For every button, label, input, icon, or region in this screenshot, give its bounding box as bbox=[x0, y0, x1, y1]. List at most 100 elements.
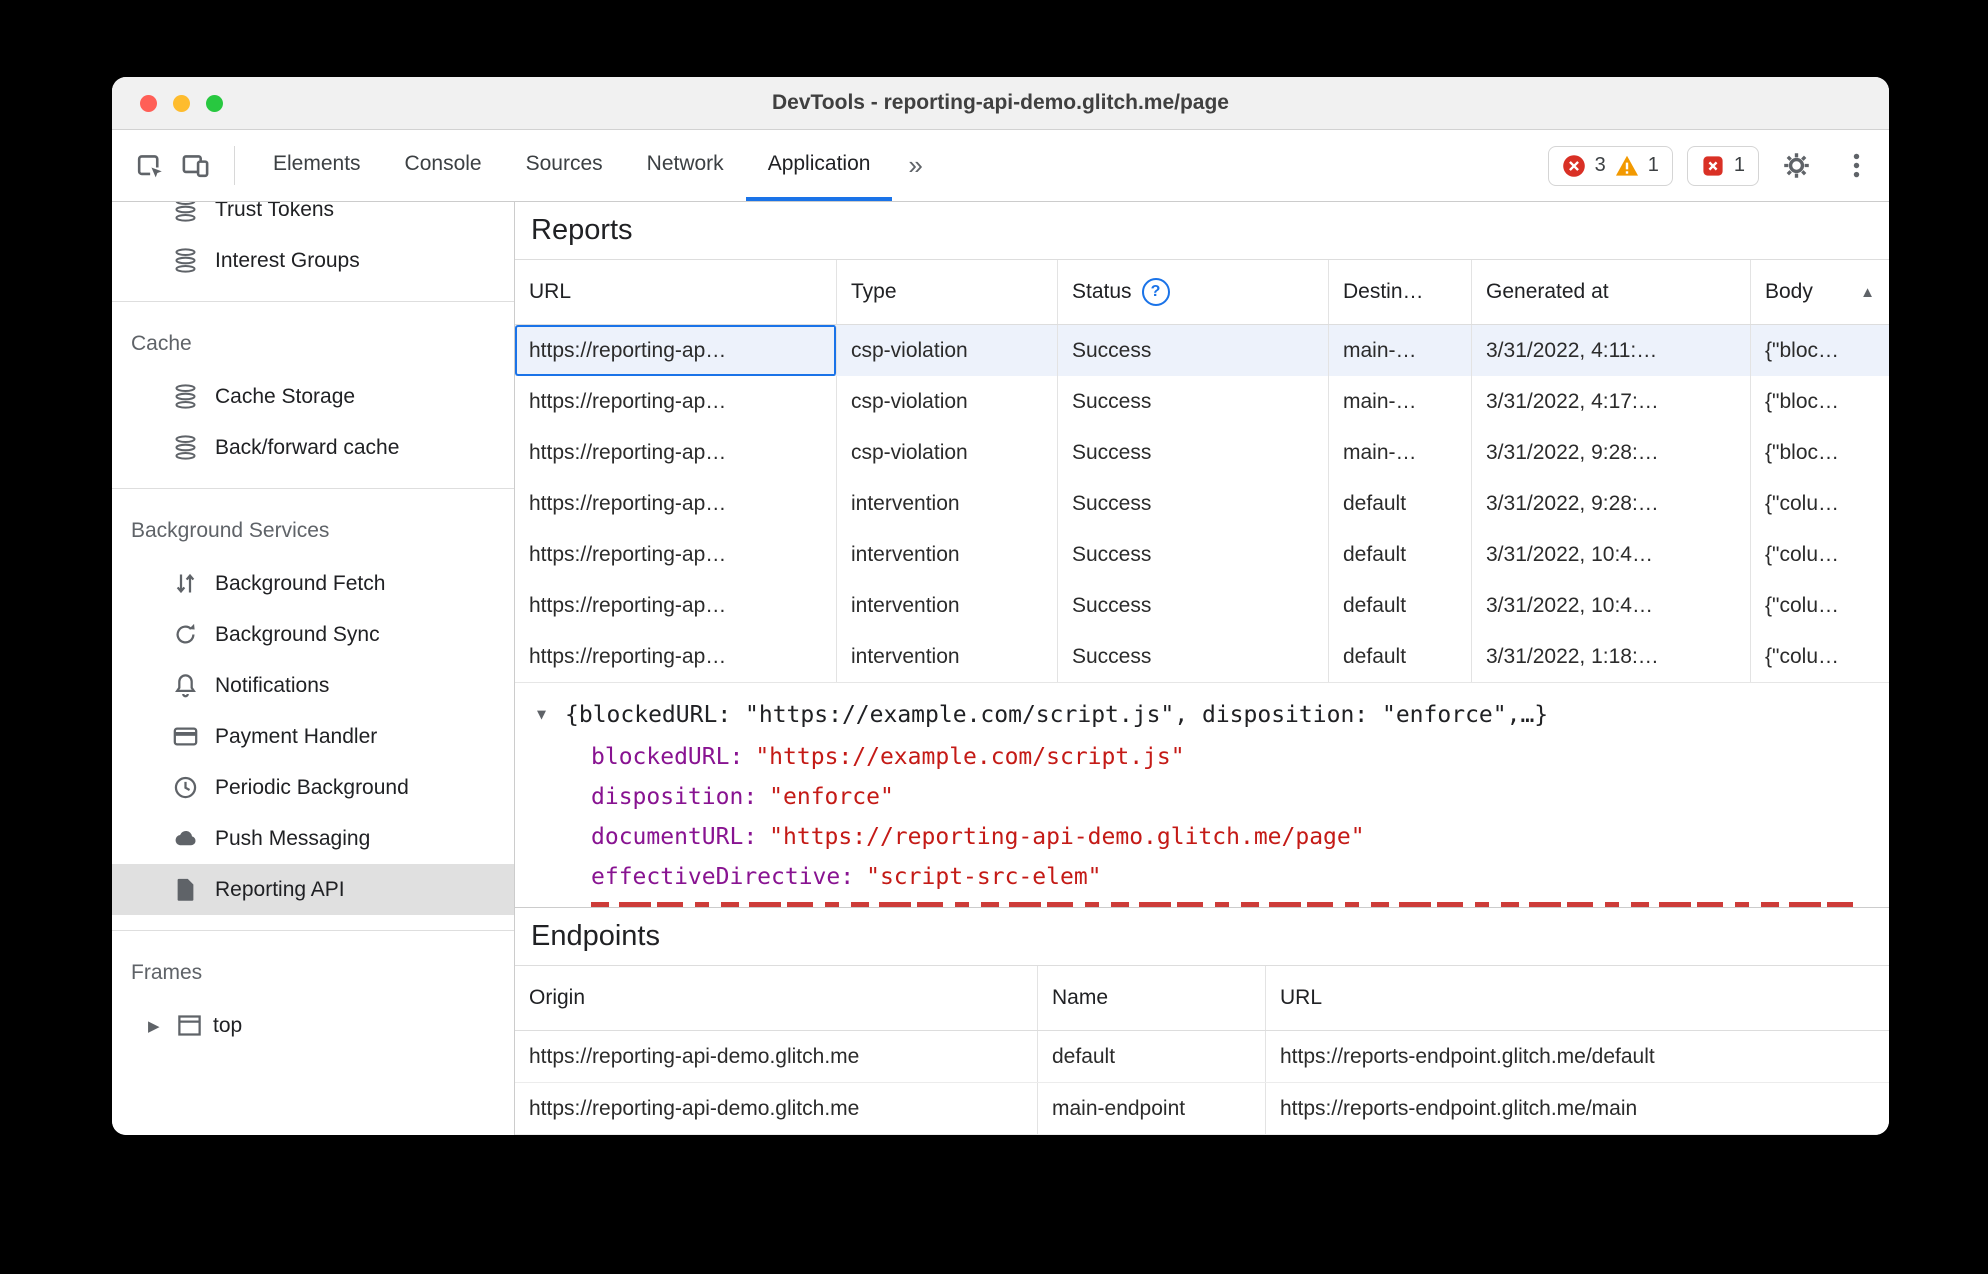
report-row[interactable]: https://reporting-ap… csp-violation Succ… bbox=[515, 376, 1889, 427]
report-cell-url[interactable]: https://reporting-ap… bbox=[515, 325, 837, 376]
tab-network[interactable]: Network bbox=[625, 130, 746, 201]
report-cell-body[interactable]: {"bloc… bbox=[1751, 376, 1889, 427]
tab-sources[interactable]: Sources bbox=[504, 130, 625, 201]
report-cell-url[interactable]: https://reporting-ap… bbox=[515, 631, 837, 682]
report-row[interactable]: https://reporting-ap… intervention Succe… bbox=[515, 580, 1889, 631]
endpoint-cell-url[interactable]: https://reports-endpoint.glitch.me/main bbox=[1266, 1083, 1889, 1134]
report-cell-destination[interactable]: main-… bbox=[1329, 427, 1472, 478]
issues-badge[interactable]: 1 bbox=[1686, 145, 1759, 186]
report-cell-url[interactable]: https://reporting-ap… bbox=[515, 427, 837, 478]
endpoint-cell-origin[interactable]: https://reporting-api-demo.glitch.me bbox=[515, 1031, 1038, 1082]
report-cell-status[interactable]: Success bbox=[1058, 427, 1329, 478]
more-tabs-button[interactable]: » bbox=[892, 130, 938, 201]
tab-application[interactable]: Application bbox=[745, 130, 893, 201]
report-cell-status[interactable]: Success bbox=[1058, 631, 1329, 682]
json-object-summary[interactable]: ▼ {blockedURL: "https://example.com/scri… bbox=[515, 695, 1889, 737]
report-cell-url[interactable]: https://reporting-ap… bbox=[515, 478, 837, 529]
report-cell-body[interactable]: {"bloc… bbox=[1751, 427, 1889, 478]
tab-console[interactable]: Console bbox=[383, 130, 504, 201]
report-cell-generated[interactable]: 3/31/2022, 10:4… bbox=[1472, 580, 1751, 631]
report-cell-generated[interactable]: 3/31/2022, 4:11:… bbox=[1472, 325, 1751, 376]
report-cell-generated[interactable]: 3/31/2022, 4:17:… bbox=[1472, 376, 1751, 427]
endpoint-cell-url[interactable]: https://reports-endpoint.glitch.me/defau… bbox=[1266, 1031, 1889, 1082]
reports-col-status[interactable]: Status ? bbox=[1058, 260, 1329, 324]
report-cell-generated[interactable]: 3/31/2022, 9:28:… bbox=[1472, 427, 1751, 478]
status-help-icon[interactable]: ? bbox=[1141, 278, 1170, 306]
endpoints-col-name[interactable]: Name bbox=[1038, 966, 1266, 1030]
report-cell-status[interactable]: Success bbox=[1058, 580, 1329, 631]
report-cell-generated[interactable]: 3/31/2022, 10:4… bbox=[1472, 529, 1751, 580]
reports-col-type[interactable]: Type bbox=[837, 260, 1058, 324]
report-cell-type[interactable]: csp-violation bbox=[837, 376, 1058, 427]
report-cell-destination[interactable]: main-… bbox=[1329, 376, 1472, 427]
minimize-window-button[interactable] bbox=[173, 94, 190, 112]
report-cell-status[interactable]: Success bbox=[1058, 529, 1329, 580]
report-cell-generated[interactable]: 3/31/2022, 1:18:… bbox=[1472, 631, 1751, 682]
sidebar-section-cache: Cache bbox=[131, 332, 192, 355]
report-row[interactable]: https://reporting-ap… intervention Succe… bbox=[515, 631, 1889, 682]
report-cell-url[interactable]: https://reporting-ap… bbox=[515, 529, 837, 580]
endpoint-cell-name[interactable]: main-endpoint bbox=[1038, 1083, 1266, 1134]
sidebar-item-reporting-api[interactable]: Reporting API bbox=[112, 864, 514, 915]
report-cell-destination[interactable]: default bbox=[1329, 529, 1472, 580]
report-cell-status[interactable]: Success bbox=[1058, 325, 1329, 376]
sidebar-item-back-forward-cache[interactable]: Back/forward cache bbox=[112, 422, 514, 473]
sidebar-item-background-fetch[interactable]: Background Fetch bbox=[112, 558, 514, 609]
title-bar: DevTools - reporting-api-demo.glitch.me/… bbox=[112, 77, 1889, 130]
device-toolbar-button[interactable] bbox=[172, 143, 218, 189]
report-cell-destination[interactable]: default bbox=[1329, 478, 1472, 529]
report-row[interactable]: https://reporting-ap… csp-violation Succ… bbox=[515, 427, 1889, 478]
reports-col-url[interactable]: URL bbox=[515, 260, 837, 324]
report-cell-type[interactable]: intervention bbox=[837, 529, 1058, 580]
sidebar-item-background-sync[interactable]: Background Sync bbox=[112, 609, 514, 660]
sidebar-item-periodic-background-sync[interactable]: Periodic Background bbox=[112, 762, 514, 813]
sidebar-item-interest-groups[interactable]: Interest Groups bbox=[112, 235, 514, 286]
report-cell-generated[interactable]: 3/31/2022, 9:28:… bbox=[1472, 478, 1751, 529]
report-row[interactable]: https://reporting-ap… intervention Succe… bbox=[515, 478, 1889, 529]
sidebar-item-trust-tokens[interactable]: Trust Tokens bbox=[112, 202, 514, 235]
report-cell-type[interactable]: intervention bbox=[837, 631, 1058, 682]
report-cell-body[interactable]: {"colu… bbox=[1751, 478, 1889, 529]
report-cell-body[interactable]: {"colu… bbox=[1751, 580, 1889, 631]
close-window-button[interactable] bbox=[140, 94, 157, 112]
reports-col-destination[interactable]: Destin… bbox=[1329, 260, 1472, 324]
sidebar-item-push-messaging[interactable]: Push Messaging bbox=[112, 813, 514, 864]
endpoint-row[interactable]: https://reporting-api-demo.glitch.me mai… bbox=[515, 1083, 1889, 1135]
chevron-right-icon[interactable]: ▶ bbox=[148, 1017, 166, 1035]
report-cell-status[interactable]: Success bbox=[1058, 478, 1329, 529]
main-menu-button[interactable] bbox=[1833, 143, 1879, 189]
reports-col-generated-at[interactable]: Generated at bbox=[1472, 260, 1751, 324]
endpoints-col-url[interactable]: URL bbox=[1266, 966, 1889, 1030]
report-cell-type[interactable]: csp-violation bbox=[837, 325, 1058, 376]
console-errors-warnings-badge[interactable]: 3 1 bbox=[1547, 145, 1673, 186]
report-cell-destination[interactable]: default bbox=[1329, 580, 1472, 631]
endpoint-cell-name[interactable]: default bbox=[1038, 1031, 1266, 1082]
report-cell-type[interactable]: intervention bbox=[837, 580, 1058, 631]
report-cell-type[interactable]: intervention bbox=[837, 478, 1058, 529]
settings-button[interactable] bbox=[1773, 143, 1819, 189]
report-row[interactable]: https://reporting-ap… csp-violation Succ… bbox=[515, 325, 1889, 376]
tab-elements[interactable]: Elements bbox=[251, 130, 383, 201]
sidebar-item-cache-storage[interactable]: Cache Storage bbox=[112, 371, 514, 422]
report-row[interactable]: https://reporting-ap… intervention Succe… bbox=[515, 529, 1889, 580]
sidebar-item-notifications[interactable]: Notifications bbox=[112, 660, 514, 711]
report-cell-body[interactable]: {"bloc… bbox=[1751, 325, 1889, 376]
report-cell-type[interactable]: csp-violation bbox=[837, 427, 1058, 478]
sidebar-item-top-frame[interactable]: ▶ top bbox=[112, 1000, 514, 1051]
endpoints-col-origin[interactable]: Origin bbox=[515, 966, 1038, 1030]
reports-col-body[interactable]: Body ▲ bbox=[1751, 260, 1889, 324]
json-property: effectiveDirective: "script-src-elem" bbox=[515, 857, 1889, 897]
report-cell-body[interactable]: {"colu… bbox=[1751, 529, 1889, 580]
endpoint-row[interactable]: https://reporting-api-demo.glitch.me def… bbox=[515, 1031, 1889, 1083]
zoom-window-button[interactable] bbox=[206, 94, 223, 112]
report-cell-status[interactable]: Success bbox=[1058, 376, 1329, 427]
report-cell-url[interactable]: https://reporting-ap… bbox=[515, 376, 837, 427]
report-cell-destination[interactable]: main-… bbox=[1329, 325, 1472, 376]
endpoint-cell-origin[interactable]: https://reporting-api-demo.glitch.me bbox=[515, 1083, 1038, 1134]
chevron-down-icon[interactable]: ▼ bbox=[537, 694, 555, 734]
report-cell-url[interactable]: https://reporting-ap… bbox=[515, 580, 837, 631]
sidebar-item-payment-handler[interactable]: Payment Handler bbox=[112, 711, 514, 762]
report-cell-destination[interactable]: default bbox=[1329, 631, 1472, 682]
report-cell-body[interactable]: {"colu… bbox=[1751, 631, 1889, 682]
inspect-element-button[interactable] bbox=[126, 143, 172, 189]
